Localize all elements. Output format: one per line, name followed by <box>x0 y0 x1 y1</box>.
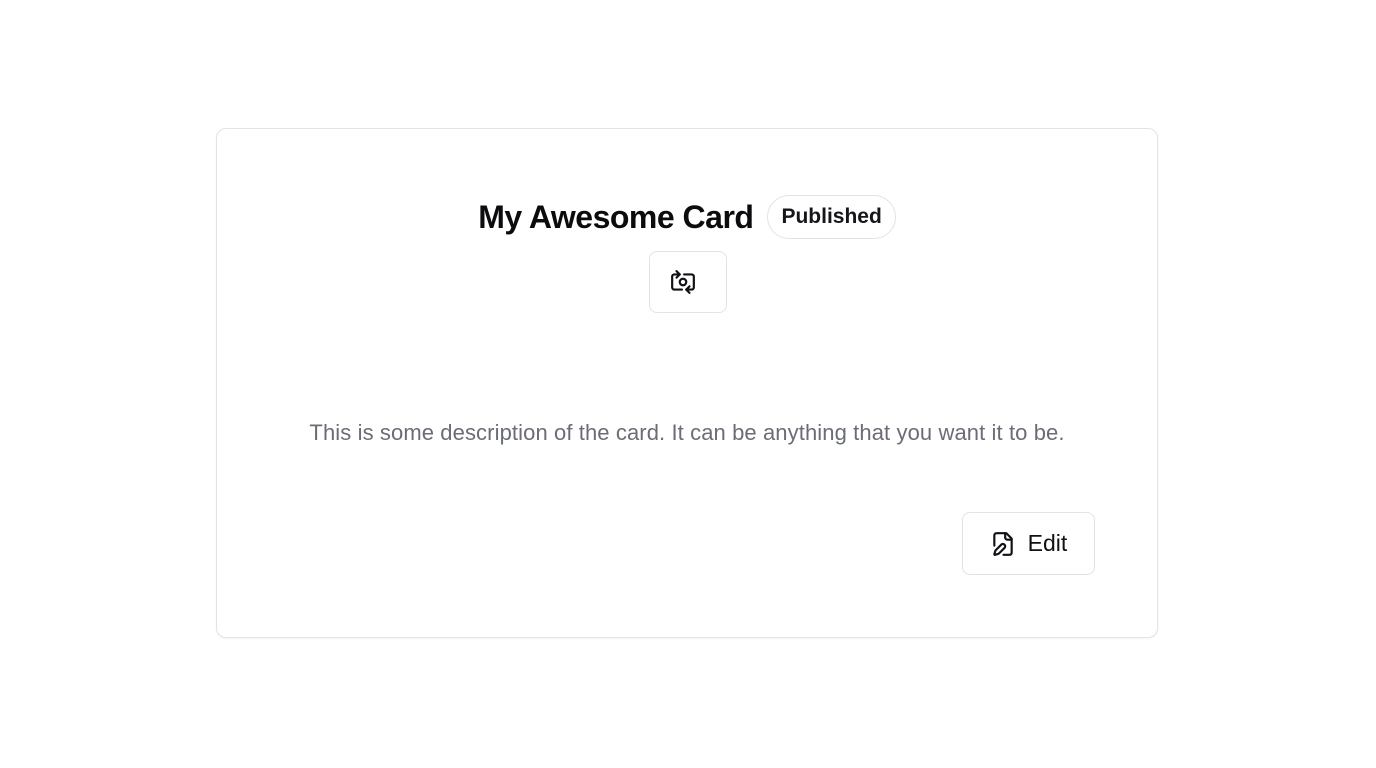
page: My Awesome Card Published This is some d… <box>0 0 1376 768</box>
switch-camera-icon <box>670 269 696 295</box>
switch-camera-button[interactable] <box>649 251 727 313</box>
edit-button[interactable]: Edit <box>962 512 1095 575</box>
edit-button-label: Edit <box>1027 530 1068 556</box>
file-pen-icon <box>990 531 1016 557</box>
card: My Awesome Card Published This is some d… <box>216 128 1158 638</box>
card-description: This is some description of the card. It… <box>309 420 1065 445</box>
card-header: My Awesome Card Published <box>217 193 1157 241</box>
card-title: My Awesome Card <box>478 199 754 235</box>
status-badge: Published <box>767 195 896 239</box>
